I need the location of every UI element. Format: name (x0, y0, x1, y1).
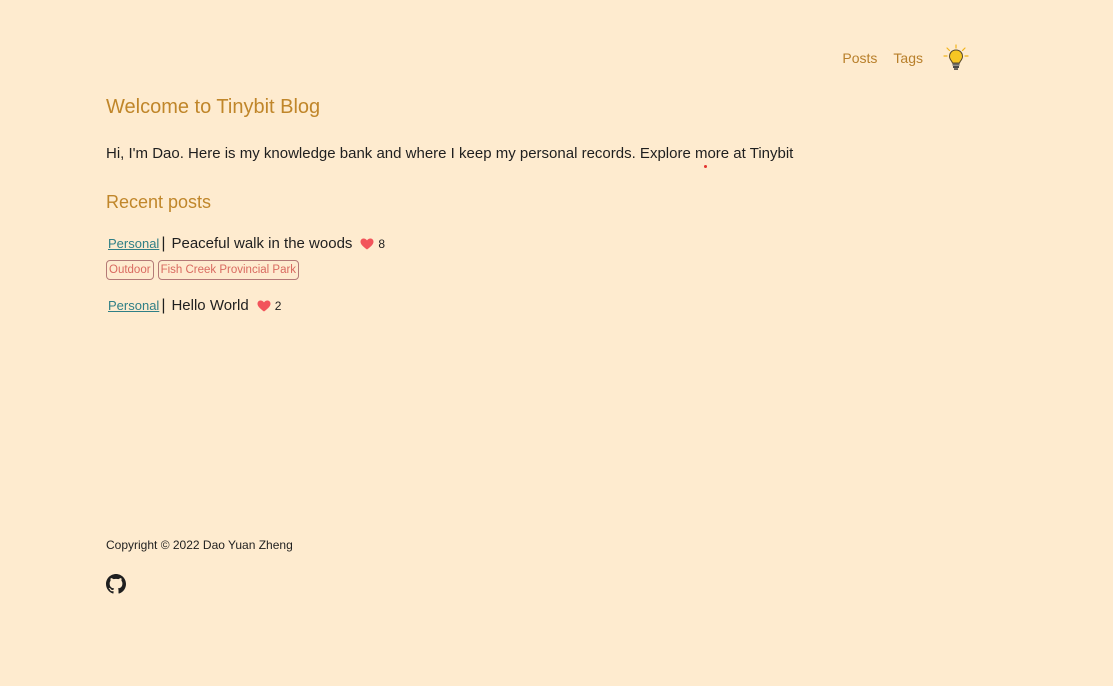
like-counter[interactable]: 2 (257, 296, 282, 316)
post-title-link[interactable]: Peaceful walk in the woods (171, 234, 352, 254)
post-item: Personal | Hello World 2 (106, 296, 986, 316)
main-content: Welcome to Tinybit Blog Hi, I'm Dao. Her… (106, 94, 986, 316)
heart-icon (257, 300, 271, 312)
like-count: 8 (378, 237, 386, 251)
like-count: 2 (274, 299, 282, 313)
lightbulb-icon[interactable] (943, 44, 969, 72)
page-title: Welcome to Tinybit Blog (106, 96, 321, 118)
post-title-link[interactable]: Hello World (171, 296, 248, 316)
footer-copyright: Copyright © 2022 Dao Yuan Zheng (106, 538, 293, 552)
tinybit-link[interactable]: Tinybit (750, 145, 794, 162)
nav-tags-link[interactable]: Tags (893, 50, 923, 66)
recent-posts-heading: Recent posts (106, 192, 212, 212)
post-category-link[interactable]: Personal (106, 234, 159, 254)
tag-outdoor[interactable]: Outdoor (106, 260, 154, 280)
heart-icon (360, 238, 374, 250)
tag-fish-creek[interactable]: Fish Creek Provincial Park (157, 260, 300, 280)
like-counter[interactable]: 8 (360, 234, 385, 254)
page: Posts Tags Welcome to Tinybit Blog Hi, I… (0, 0, 1113, 686)
post-item: Personal | Peaceful walk in the woods 8 (106, 234, 986, 254)
post-category-link[interactable]: Personal (106, 296, 159, 316)
intro-paragraph: Hi, I'm Dao. Here is my knowledge bank a… (106, 144, 986, 164)
post-tags: Outdoor Fish Creek Provincial Park (106, 260, 986, 280)
nav-posts-link[interactable]: Posts (842, 50, 877, 66)
github-icon[interactable] (106, 574, 126, 594)
intro-text: Hi, I'm Dao. Here is my knowledge bank a… (106, 145, 750, 162)
cursor-marker (704, 165, 707, 168)
top-nav: Posts Tags (826, 44, 969, 72)
separator: | (161, 235, 166, 252)
separator: | (161, 297, 166, 314)
